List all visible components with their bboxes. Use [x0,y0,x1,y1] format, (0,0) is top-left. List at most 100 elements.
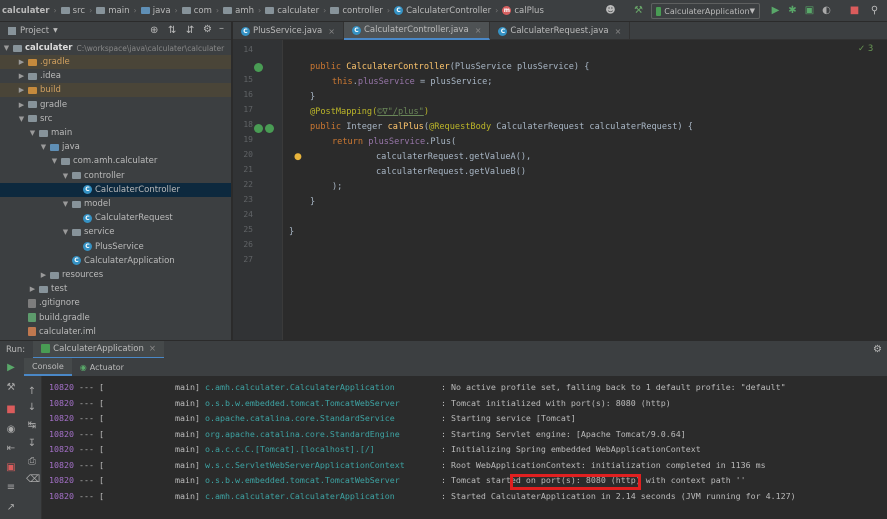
chevron-right-icon: › [133,6,137,15]
breadcrumb-item[interactable]: java › [140,6,182,16]
close-icon[interactable]: × [328,27,335,36]
run-config-tab[interactable]: CalculaterApplication × [33,340,164,359]
chevron-right-icon[interactable]: ▶ [17,86,26,94]
breadcrumb-item[interactable]: com › [181,6,223,16]
target-icon[interactable]: ⊕ [150,25,158,36]
tree-item[interactable]: ▼ src [0,112,231,126]
build-hammer-icon[interactable]: ⚒ [632,4,645,17]
tree-item-label: .gradle [40,57,70,67]
trash-icon[interactable]: ⌫ [26,474,40,486]
tree-item[interactable]: build.gradle [0,311,231,325]
stop-icon[interactable]: ■ [5,404,17,416]
breadcrumb-item[interactable]: C CalculaterController › [394,6,502,16]
chevron-down-icon[interactable]: ▼ [53,27,58,34]
tree-item[interactable]: calculater.iml [0,325,231,339]
tree-item[interactable]: ▶ .idea [0,69,231,83]
gear-icon[interactable]: ⚙ [873,344,882,355]
chevron-down-icon[interactable]: ▼ [28,129,37,137]
chevron-down-icon[interactable]: ▼ [17,115,26,123]
breadcrumb-item[interactable]: amh › [223,6,265,16]
spring-web-icon[interactable] [254,124,263,133]
spring-bean-icon[interactable] [265,124,274,133]
chevron-right-icon[interactable]: ▶ [17,72,26,80]
code-editor[interactable]: public CalculaterController(PlusService … [284,40,887,340]
rerun-icon[interactable]: ▶ [5,362,17,374]
lightbulb-icon[interactable]: ● [294,152,302,162]
log-logger: o.a.c.c.C.[Tomcat].[localhost].[/] [204,444,375,454]
chevron-down-icon[interactable]: ▼ [61,172,70,180]
tree-item[interactable]: C CalculaterApplication [0,254,231,268]
chevron-down-icon[interactable]: ▼ [2,44,11,52]
tree-item[interactable]: C CalculaterController [0,182,231,197]
exit-icon[interactable]: ⇤ [5,443,17,455]
user-icon[interactable]: ☻ [604,4,617,17]
tree-item[interactable]: ▼ service [0,225,231,239]
run-configuration-selector[interactable]: CalculaterApplication ▼ [651,3,760,19]
run-icon[interactable]: ▶ [769,4,782,17]
chevron-right-icon[interactable]: ▶ [28,285,37,293]
print-icon[interactable]: ⎙ [26,456,38,468]
camera-icon[interactable]: ◉ [5,424,17,436]
chevron-down-icon[interactable]: ▼ [61,228,70,236]
tree-item[interactable]: ▶ resources [0,268,231,282]
wrench-icon[interactable]: ⚒ [5,382,17,394]
tree-item[interactable]: ▶ .gradle [0,55,231,69]
chevron-down-icon[interactable]: ▼ [50,157,59,165]
tree-item[interactable]: C PlusService [0,240,231,254]
tab-console[interactable]: Console [24,358,72,376]
tree-item[interactable]: .gitignore [0,296,231,310]
breadcrumb-item[interactable]: calculater › [265,6,330,16]
chevron-right-icon: › [386,6,391,15]
tree-item[interactable]: ▶ gradle [0,98,231,112]
tree-item[interactable]: ▶ test [0,282,231,296]
chevron-down-icon[interactable]: ▼ [39,143,48,151]
keyword: return [332,137,369,147]
chevron-down-icon[interactable]: ▼ [61,200,70,208]
menu-icon[interactable]: ≡ [5,482,17,494]
gear-icon[interactable]: ⚙ [203,24,212,35]
tree-item[interactable]: ▼ controller [0,169,231,183]
minimize-icon[interactable]: – [219,23,224,34]
chevron-right-icon[interactable]: ▶ [17,58,26,66]
project-view-selector[interactable]: Project [20,26,49,36]
tree-item[interactable]: C CalculaterRequest [0,211,231,225]
console-output[interactable]: 10820 --- [main] c.amh.calculater.Calcul… [43,376,887,519]
warning-indicator[interactable]: ✓ 3 [858,44,873,54]
arrow-down-icon[interactable]: ↓ [26,402,38,414]
editor-tab[interactable]: C PlusService.java × [233,22,344,40]
close-icon[interactable]: × [475,26,482,35]
tree-item[interactable]: ▼ main [0,126,231,140]
tree-item[interactable]: ▼ com.amh.calculater [0,154,231,168]
profile-icon[interactable]: ◐ [820,4,833,17]
editor-tab[interactable]: C CalculaterRequest.java × [490,22,631,40]
tree-item[interactable]: ▶ build [0,83,231,98]
close-icon[interactable]: × [149,344,156,354]
tab-actuator[interactable]: ◉ Actuator [72,358,132,376]
collapse-all-icon[interactable]: ⇅ [168,25,176,36]
scroll-to-end-icon[interactable]: ↧ [26,438,38,450]
debug-icon[interactable]: ✱ [786,4,799,17]
tree-item[interactable]: ▼ java [0,140,231,154]
chevron-right-icon[interactable]: ▶ [17,101,26,109]
breadcrumb-item[interactable]: m calPlus [502,6,544,16]
chevron-right-icon[interactable]: ▶ [39,271,48,279]
breadcrumb-item[interactable]: main › [96,6,140,16]
pin-icon[interactable]: ↗ [5,502,17,514]
arrow-up-icon[interactable]: ↑ [26,386,38,398]
layout-icon[interactable]: ▣ [5,462,17,474]
breadcrumb-item[interactable]: calculater › [2,6,61,16]
chevron-right-icon: › [258,6,262,15]
tree-root[interactable]: ▼ calculater C:\workspace\java\calculate… [0,41,231,55]
tree-item[interactable]: ▼ model [0,197,231,211]
close-icon[interactable]: × [615,27,622,36]
coverage-icon[interactable]: ▣ [803,4,816,17]
editor-tab[interactable]: C CalculaterController.java × [343,22,491,40]
expand-all-icon[interactable]: ⇵ [186,25,194,36]
search-icon[interactable]: ⚲ [868,4,881,17]
code-text: = plusService; [414,77,493,87]
breadcrumb-item[interactable]: controller › [330,6,394,16]
breadcrumb-item[interactable]: src › [60,6,97,16]
soft-wrap-icon[interactable]: ↹ [26,420,38,432]
stop-icon[interactable]: ■ [848,4,861,17]
spring-bean-icon[interactable] [254,63,263,72]
